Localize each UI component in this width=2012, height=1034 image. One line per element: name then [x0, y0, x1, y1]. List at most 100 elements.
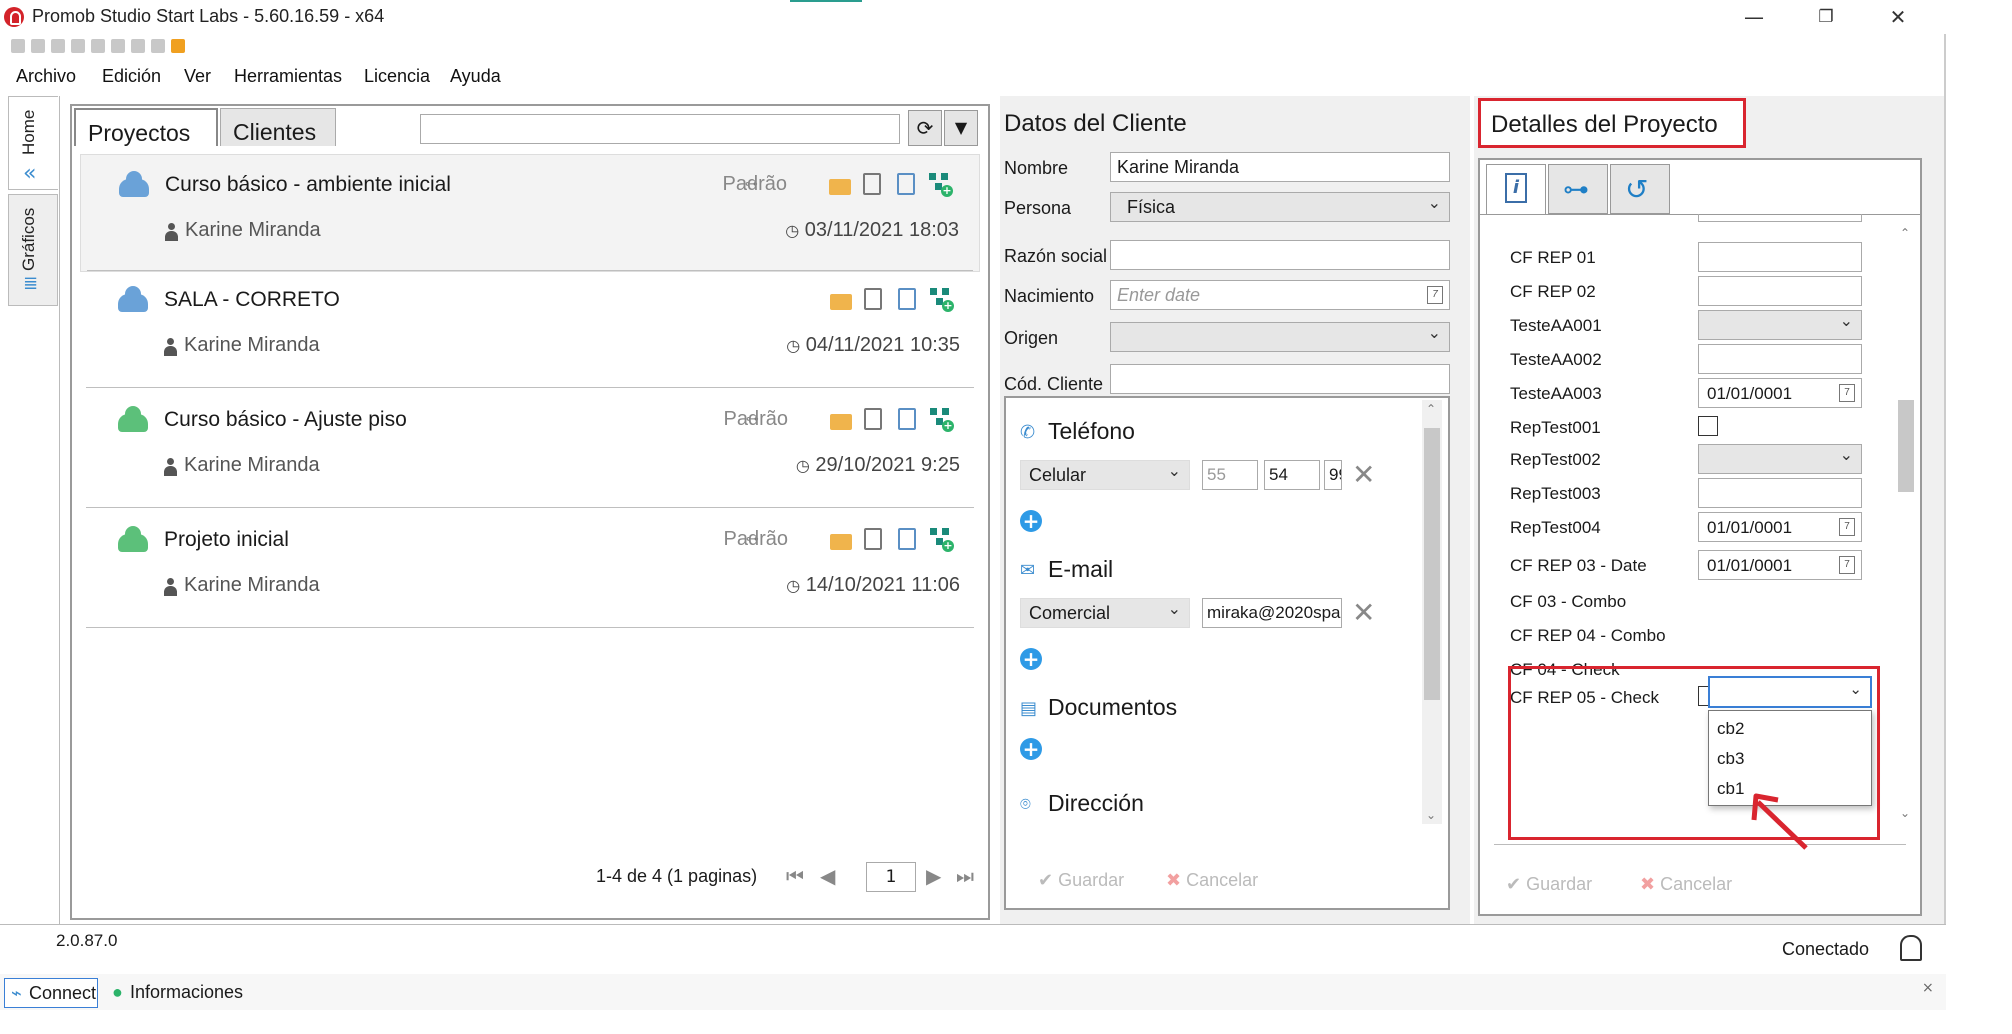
next-page-icon[interactable]: ▶	[926, 864, 941, 888]
last-page-icon[interactable]: ⏭	[956, 864, 974, 888]
open-folder-icon[interactable]	[830, 414, 852, 430]
tab-proyectos[interactable]: Proyectos	[74, 108, 218, 146]
side-tab-home[interactable]: Home «	[8, 96, 58, 190]
persona-select[interactable]: Física ⌄	[1110, 192, 1450, 222]
prev-page-icon[interactable]: ◀	[820, 864, 835, 888]
export-icon[interactable]	[897, 173, 915, 195]
codigo-field[interactable]	[1110, 364, 1450, 394]
add-branch-icon[interactable]: +	[930, 408, 954, 432]
scroll-up-icon[interactable]: ⌃	[1426, 402, 1436, 416]
phone-ddd-input[interactable]: 54	[1264, 460, 1320, 490]
export-icon[interactable]	[898, 288, 916, 310]
client-save-button[interactable]: ✔ Guardar	[1038, 870, 1124, 891]
open-folder-icon[interactable]	[829, 179, 851, 195]
project-card[interactable]: Curso básico - ambiente inicial Karine Mi…	[80, 154, 980, 272]
copy-icon[interactable]	[864, 288, 882, 310]
email-type-select[interactable]: Comercial ⌄	[1020, 598, 1190, 628]
add-branch-icon[interactable]: +	[930, 528, 954, 552]
copy-icon[interactable]	[864, 408, 882, 430]
open-folder-icon[interactable]	[830, 534, 852, 550]
menu-edicion[interactable]: Edición	[102, 66, 161, 87]
phone-number-input[interactable]: 99	[1324, 460, 1342, 490]
scroll-down-icon[interactable]: ⌄	[1900, 806, 1910, 820]
tab-info[interactable]: i	[1486, 164, 1546, 214]
calendar-icon[interactable]: 7	[1839, 384, 1855, 402]
add-email-icon[interactable]: +	[1020, 648, 1042, 670]
add-phone-icon[interactable]: +	[1020, 510, 1042, 532]
close-button[interactable]: ✕	[1862, 0, 1934, 34]
calendar-icon[interactable]: 7	[1839, 518, 1855, 536]
open-folder-icon[interactable]	[830, 294, 852, 310]
origen-select[interactable]: ⌄	[1110, 322, 1450, 352]
redo-icon[interactable]	[71, 39, 85, 53]
page-number-input[interactable]: 1	[866, 862, 916, 892]
detail-date-field[interactable]: 01/01/0001 7	[1698, 512, 1862, 542]
copy-icon[interactable]	[864, 528, 882, 550]
user-icon[interactable]	[171, 39, 185, 53]
close-panel-icon[interactable]: ×	[1922, 980, 1934, 996]
tab-clientes[interactable]: Clientes	[220, 108, 336, 146]
export-icon[interactable]	[898, 408, 916, 430]
save-icon[interactable]	[11, 39, 25, 53]
cut-icon[interactable]	[91, 39, 105, 53]
menu-archivo[interactable]: Archivo	[16, 66, 76, 87]
bell-icon[interactable]	[1900, 935, 1922, 961]
project-search-input[interactable]	[420, 114, 900, 144]
menu-ayuda[interactable]: Ayuda	[450, 66, 501, 87]
first-page-icon[interactable]: ⏮	[786, 864, 804, 888]
phone-ddi-input[interactable]: 55	[1202, 460, 1258, 490]
detail-combo-select[interactable]: ⌄	[1698, 444, 1862, 474]
project-card[interactable]: Projeto inicial Karine Miranda ⊶ Padrão ◷ 14…	[80, 510, 980, 628]
client-cancel-button[interactable]: ✖ Cancelar	[1166, 870, 1258, 891]
email-input[interactable]: miraka@2020spaces	[1202, 598, 1342, 628]
nacimiento-field[interactable]: Enter date 7	[1110, 280, 1450, 310]
add-branch-icon[interactable]: +	[930, 288, 954, 312]
filter-button[interactable]: ▼	[944, 110, 978, 146]
calendar-icon[interactable]: 7	[1839, 556, 1855, 574]
paste-icon[interactable]	[131, 39, 145, 53]
tab-structure[interactable]: ⊶	[1548, 164, 1608, 214]
copy-icon[interactable]	[111, 39, 125, 53]
copy-icon[interactable]	[863, 173, 881, 195]
details-cancel-button[interactable]: ✖ Cancelar	[1640, 874, 1732, 895]
details-save-button[interactable]: ✔ Guardar	[1506, 874, 1592, 895]
delete-icon[interactable]	[151, 39, 165, 53]
contacts-scrollbar[interactable]: ⌃ ⌄	[1422, 400, 1442, 824]
menu-herramientas[interactable]: Herramientas	[234, 66, 342, 87]
detail-text-field[interactable]	[1698, 242, 1862, 272]
calendar-icon[interactable]: 7	[1427, 286, 1443, 304]
phone-type-select[interactable]: Celular ⌄	[1020, 460, 1190, 490]
detail-checkbox[interactable]	[1698, 416, 1718, 436]
detail-text-field[interactable]	[1698, 276, 1862, 306]
refresh-button[interactable]: ⟳	[908, 110, 942, 146]
scrollbar-thumb[interactable]	[1898, 400, 1914, 492]
scrollbar-thumb[interactable]	[1424, 428, 1440, 700]
project-card[interactable]: SALA - CORRETO Karine Miranda ◷ 04/11/2021…	[80, 270, 980, 388]
restore-button[interactable]: ❐	[1790, 0, 1862, 34]
tab-informaciones[interactable]: ● Informaciones	[106, 978, 256, 1008]
add-branch-icon[interactable]: +	[929, 173, 953, 197]
nombre-field[interactable]: Karine Miranda	[1110, 152, 1450, 182]
scroll-down-icon[interactable]: ⌄	[1426, 808, 1436, 822]
print-icon[interactable]	[31, 39, 45, 53]
remove-email-icon[interactable]: ✕	[1352, 598, 1375, 628]
detail-text-field[interactable]	[1698, 344, 1862, 374]
detail-text-field[interactable]	[1698, 478, 1862, 508]
menu-ver[interactable]: Ver	[184, 66, 211, 87]
detail-date-field[interactable]: 01/01/0001 7	[1698, 550, 1862, 580]
razon-field[interactable]	[1110, 240, 1450, 270]
detail-combo-select[interactable]: ⌄	[1698, 310, 1862, 340]
add-document-icon[interactable]: +	[1020, 738, 1042, 760]
export-icon[interactable]	[898, 528, 916, 550]
scroll-up-icon[interactable]: ⌃	[1900, 226, 1910, 240]
details-scrollbar[interactable]: ⌃ ⌄	[1896, 222, 1916, 822]
project-card[interactable]: Curso básico - Ajuste piso Karine Miranda…	[80, 390, 980, 508]
tab-history[interactable]: ↺	[1610, 164, 1670, 214]
detail-date-field[interactable]: 01/01/0001 7	[1698, 378, 1862, 408]
tab-connect[interactable]: ⌁ Connect	[4, 978, 98, 1008]
menu-licencia[interactable]: Licencia	[364, 66, 430, 87]
side-tab-graphics[interactable]: Gráficos ≣	[8, 194, 58, 306]
remove-phone-icon[interactable]: ✕	[1352, 460, 1375, 490]
minimize-button[interactable]: —	[1718, 0, 1790, 34]
undo-icon[interactable]	[51, 39, 65, 53]
